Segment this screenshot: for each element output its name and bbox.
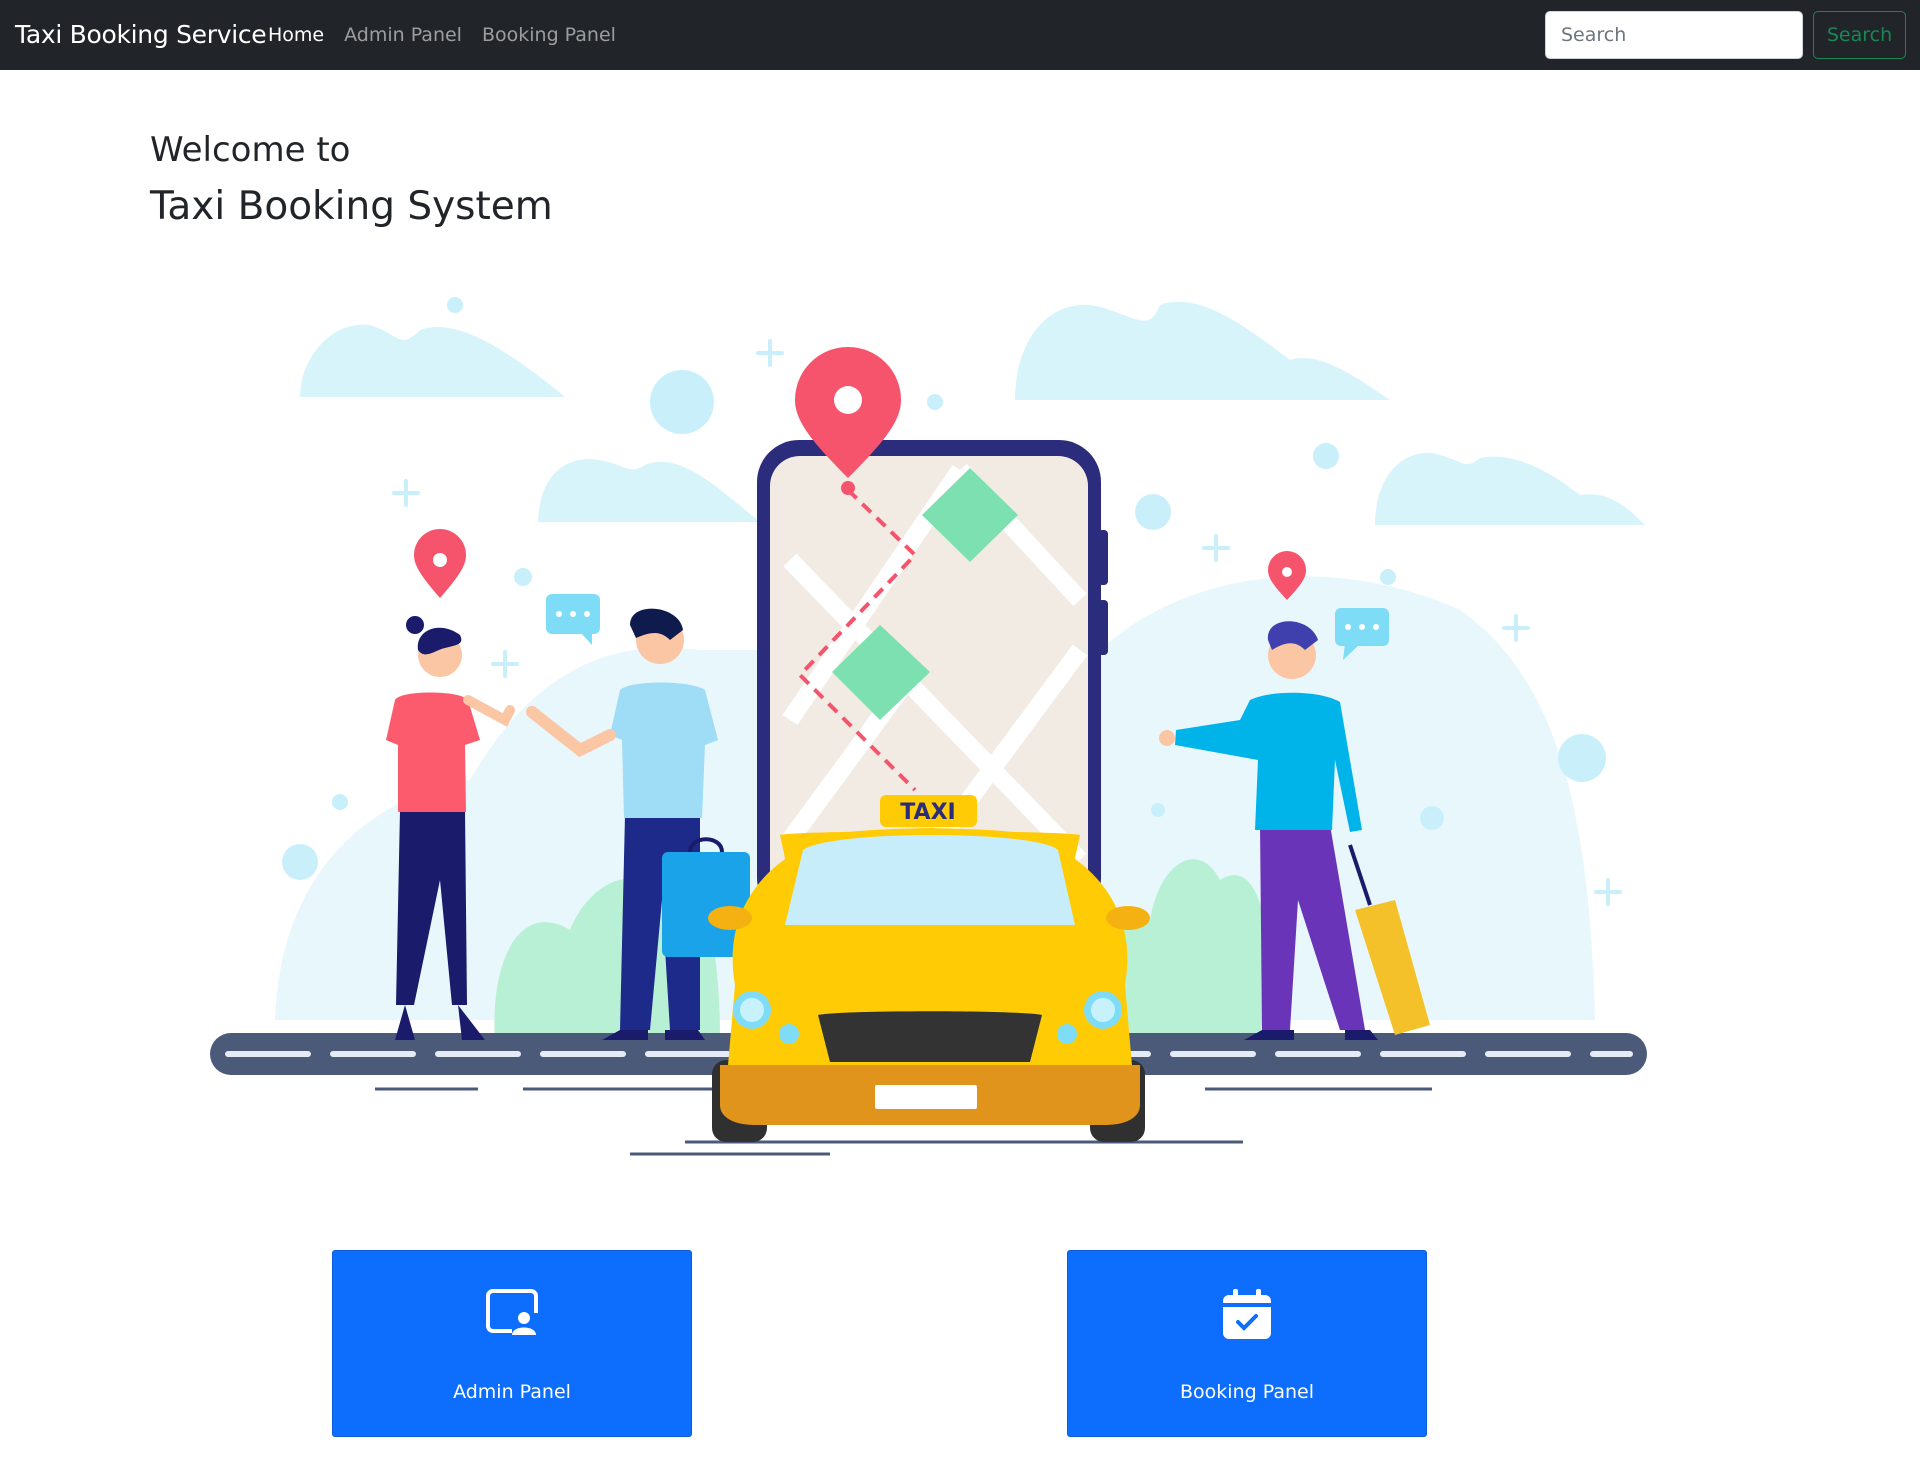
top-navbar: Taxi Booking Service Home Admin Panel Bo… [0, 0, 1920, 70]
taxi-sign-text: TAXI [900, 800, 955, 825]
person-video-icon [486, 1289, 538, 1341]
nav-link-home[interactable]: Home [268, 24, 324, 46]
taxi-booking-illustration: TAXI [210, 297, 1647, 1156]
welcome-heading: Welcome to [150, 130, 351, 170]
admin-panel-card[interactable]: Admin Panel [332, 1250, 692, 1437]
nav-links: Home Admin Panel Booking Panel [268, 24, 636, 46]
admin-panel-card-label: Admin Panel [453, 1381, 571, 1403]
search-input[interactable] [1545, 11, 1803, 59]
booking-panel-card[interactable]: Booking Panel [1067, 1250, 1427, 1437]
calendar-check-icon [1221, 1289, 1273, 1345]
navbar-brand[interactable]: Taxi Booking Service [15, 20, 267, 49]
nav-link-admin-panel[interactable]: Admin Panel [344, 24, 462, 46]
booking-panel-card-label: Booking Panel [1180, 1381, 1314, 1403]
page-title: Taxi Booking System [150, 184, 553, 229]
search-button[interactable]: Search [1813, 11, 1906, 59]
location-pin-icon [414, 529, 466, 598]
nav-link-booking-panel[interactable]: Booking Panel [482, 24, 616, 46]
chat-bubble-icon [546, 594, 600, 645]
